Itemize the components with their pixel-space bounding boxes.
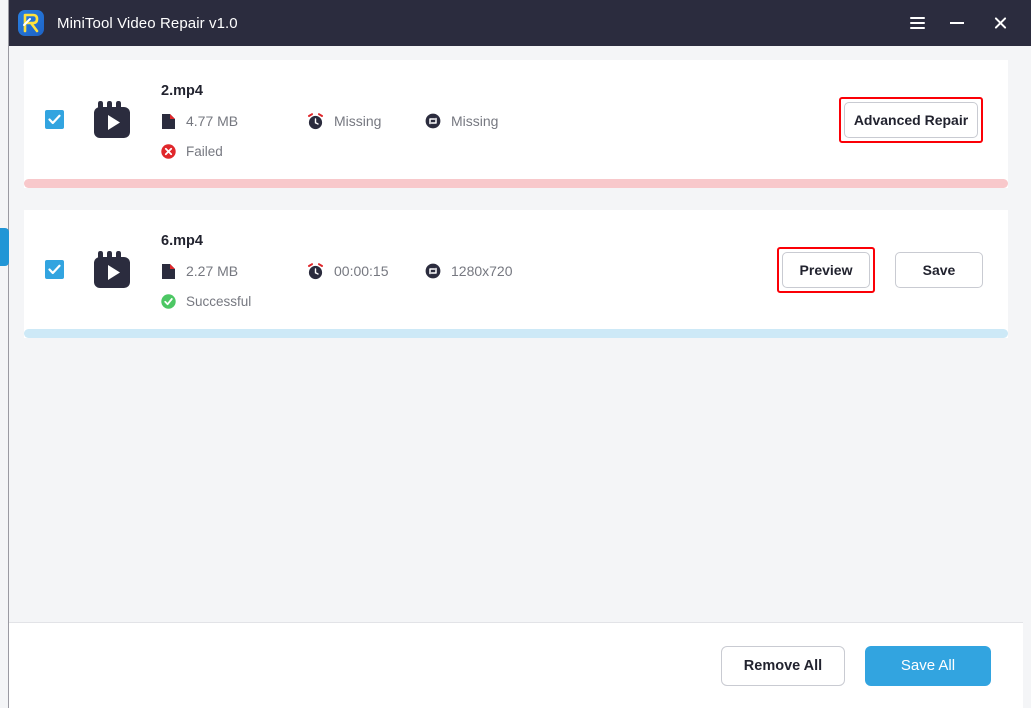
status-badge: Successful	[161, 294, 513, 309]
background-app-tab[interactable]	[0, 228, 9, 266]
success-icon	[161, 293, 176, 309]
file-duration: Missing	[307, 112, 425, 130]
status-badge: Failed	[161, 144, 498, 159]
file-size: 2.27 MB	[161, 263, 307, 280]
app-title: MiniTool Video Repair v1.0	[57, 14, 238, 32]
file-resolution-value: Missing	[451, 113, 499, 129]
file-size-value: 2.27 MB	[186, 263, 239, 279]
file-meta-row: 4.77 MB Missing Missing	[161, 112, 498, 130]
file-duration: 00:00:15	[307, 262, 425, 280]
clock-icon	[308, 112, 323, 129]
file-size: 4.77 MB	[161, 113, 307, 130]
window-controls	[897, 0, 1023, 46]
repair-progress-bar	[24, 179, 1008, 188]
video-clapper-icon	[94, 250, 130, 288]
remove-all-button[interactable]: Remove All	[721, 645, 845, 686]
file-info: 2.mp4 4.77 MB Missing Missing Failed	[161, 81, 498, 159]
hamburger-menu-icon[interactable]	[897, 0, 937, 46]
error-icon	[161, 143, 176, 159]
repair-progress-fill	[24, 329, 1008, 338]
file-duration-value: 00:00:15	[334, 263, 389, 279]
file-name: 6.mp4	[161, 232, 203, 249]
file-info: 6.mp4 2.27 MB 00:00:15 1280x720 Successf…	[161, 231, 513, 309]
file-row[interactable]: 6.mp4 2.27 MB 00:00:15 1280x720 Successf…	[24, 210, 1008, 329]
minitool-r-logo-icon	[18, 10, 44, 36]
advanced-repair-highlight: Advanced Repair	[839, 96, 983, 143]
background-panel-body	[1023, 46, 1031, 708]
file-checkbox[interactable]	[45, 260, 64, 279]
file-resolution: 1280x720	[425, 263, 513, 279]
file-list: 2.mp4 4.77 MB Missing Missing Failed Adv…	[9, 46, 1023, 622]
title-bar: MiniTool Video Repair v1.0	[9, 0, 1023, 46]
file-size-value: 4.77 MB	[186, 113, 239, 129]
file-resolution: Missing	[425, 113, 498, 129]
file-meta-row: 2.27 MB 00:00:15 1280x720	[161, 262, 513, 280]
app-window: MiniTool Video Repair v1.0 2.mp4 4.77 MB…	[0, 0, 1031, 708]
video-clapper-icon	[94, 100, 130, 138]
repair-progress-bar	[24, 329, 1008, 338]
minimize-icon[interactable]	[937, 0, 977, 46]
row-actions: Preview Save	[777, 246, 983, 293]
resolution-icon	[425, 113, 441, 129]
repair-progress-fill	[24, 179, 1008, 188]
resolution-icon	[425, 263, 441, 279]
advanced-repair-button[interactable]: Advanced Repair	[844, 101, 978, 138]
preview-highlight: Preview	[777, 246, 875, 293]
status-label: Failed	[186, 143, 223, 159]
file-icon	[162, 263, 175, 279]
save-all-button[interactable]: Save All	[865, 645, 991, 686]
file-icon	[162, 113, 175, 129]
status-label: Successful	[186, 293, 252, 309]
preview-button[interactable]: Preview	[782, 251, 870, 288]
file-duration-value: Missing	[334, 113, 382, 129]
row-actions: Advanced Repair	[839, 96, 983, 143]
file-row[interactable]: 2.mp4 4.77 MB Missing Missing Failed Adv…	[24, 60, 1008, 179]
clock-icon	[308, 262, 323, 279]
file-checkbox[interactable]	[45, 110, 64, 129]
close-icon[interactable]	[977, 0, 1023, 46]
save-button[interactable]: Save	[895, 251, 983, 288]
file-resolution-value: 1280x720	[451, 263, 513, 279]
background-panel-top	[1023, 0, 1031, 46]
footer-bar: Remove All Save All	[9, 622, 1023, 708]
file-name: 2.mp4	[161, 82, 203, 99]
